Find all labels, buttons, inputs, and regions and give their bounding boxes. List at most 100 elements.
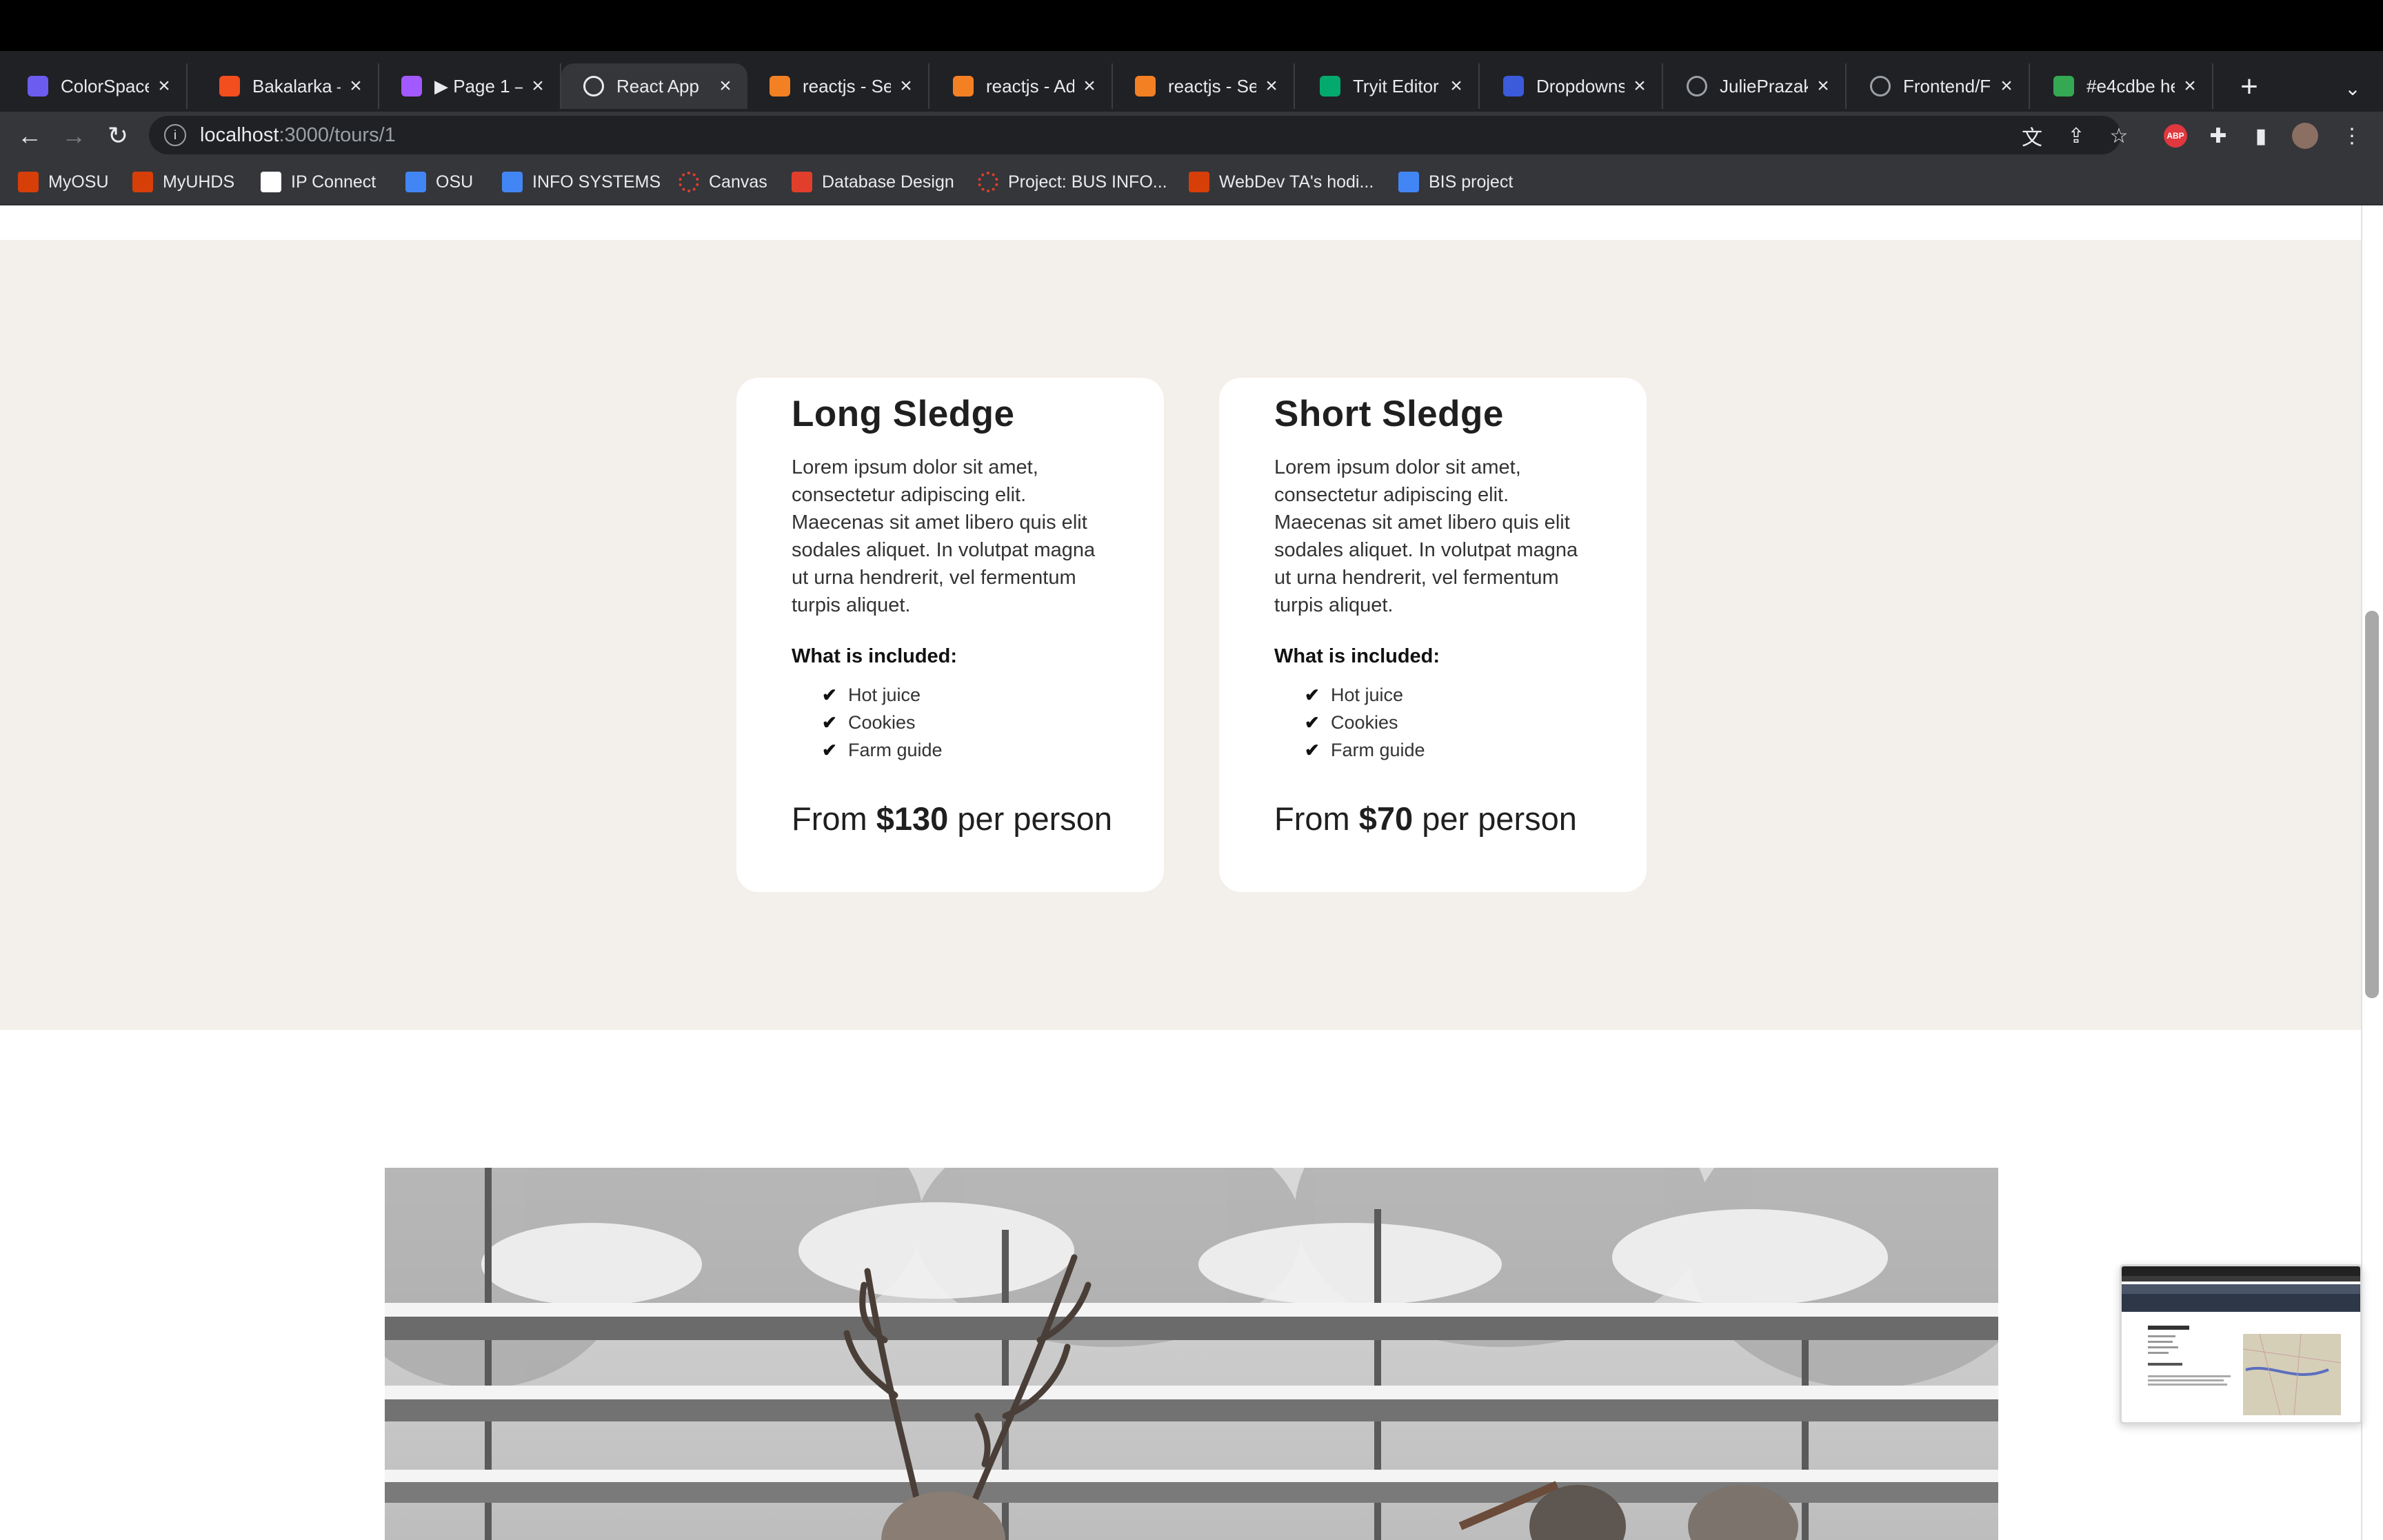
page-scrollbar-thumb[interactable] xyxy=(2365,611,2379,998)
pearson-icon xyxy=(792,172,812,192)
tour-title: Short Sledge xyxy=(1274,394,1504,434)
tab-title: React App xyxy=(616,75,699,97)
browser-tab[interactable]: React App × xyxy=(561,63,747,109)
bookmark-label: Canvas xyxy=(709,172,767,192)
checkmark-icon: ✔ xyxy=(1305,739,1320,760)
bookmark-item[interactable]: MyUHDS xyxy=(132,165,234,199)
browser-tab[interactable]: ColorSpace × xyxy=(6,63,188,109)
close-tab-icon[interactable]: × xyxy=(1256,74,1287,98)
close-tab-icon[interactable]: × xyxy=(1625,74,1655,98)
docs-icon xyxy=(1398,172,1419,192)
close-tab-icon[interactable]: × xyxy=(523,74,553,98)
bookmark-label: BIS project xyxy=(1429,172,1514,192)
forward-arrow-icon[interactable]: → xyxy=(55,117,92,154)
tab-title: reactjs - Ad xyxy=(986,75,1074,97)
price-amount: $70 xyxy=(1358,800,1414,837)
close-tab-icon[interactable]: × xyxy=(1074,74,1105,98)
reload-icon[interactable]: ↻ xyxy=(99,117,137,154)
bookmark-item[interactable]: Canvas xyxy=(678,165,767,199)
list-item: ✔ Farm guide xyxy=(1305,739,1425,760)
bookmark-item[interactable]: WebDev TA's hodi... xyxy=(1189,165,1374,199)
close-tab-icon[interactable]: × xyxy=(2175,74,2205,98)
browser-tab[interactable]: Frontend/Fo × xyxy=(1848,63,2030,109)
tab-title: reactjs - Se xyxy=(1168,75,1256,97)
close-tab-icon[interactable]: × xyxy=(341,74,371,98)
w3schools-icon xyxy=(1320,76,1340,97)
page-icon xyxy=(261,172,281,192)
new-tab-button[interactable]: + xyxy=(2229,66,2270,108)
browser-tab[interactable]: Tryit Editor v× xyxy=(1298,63,1480,109)
bookmark-label: IP Connect xyxy=(291,172,376,192)
back-arrow-icon[interactable]: ← xyxy=(11,117,48,154)
bookmark-label: OSU xyxy=(436,172,474,192)
url-host: localhost xyxy=(200,123,279,146)
bookmark-star-icon[interactable]: ☆ xyxy=(2103,120,2135,152)
bootstrap-icon xyxy=(1503,76,1524,97)
reindeer-farm-photo xyxy=(385,1168,1998,1540)
bookmark-item[interactable]: Project: BUS INFO... xyxy=(978,165,1167,199)
checkmark-icon: ✔ xyxy=(1305,711,1320,733)
browser-tab[interactable]: Dropdowns × xyxy=(1481,63,1663,109)
list-item: ✔ Hot juice xyxy=(1305,684,1404,705)
list-item: ✔ Cookies xyxy=(822,711,916,733)
browser-tab[interactable]: ▶ Page 1 – E× xyxy=(379,63,561,109)
share-icon[interactable]: ⇪ xyxy=(2060,120,2092,152)
adblock-plus-icon[interactable]: ABP xyxy=(2160,120,2191,152)
tour-description: Lorem ipsum dolor sit amet, consectetur … xyxy=(1274,456,1578,616)
tab-search-chevron-icon[interactable]: ⌄ xyxy=(2333,69,2372,108)
browser-tab[interactable]: JuliePrazak × xyxy=(1665,63,1847,109)
browser-tab[interactable]: #e4cdbe he × xyxy=(2031,63,2213,109)
extensions-puzzle-icon[interactable]: ✚ xyxy=(2202,120,2234,152)
close-tab-icon[interactable]: × xyxy=(710,74,741,98)
tour-price: From $70 per person xyxy=(1274,800,1577,837)
browser-tab[interactable]: reactjs - Ad × xyxy=(931,63,1113,109)
colorspace-icon xyxy=(28,76,48,97)
tour-price: From $130 per person xyxy=(792,800,1113,837)
bookmark-item[interactable]: INFO SYSTEMS xyxy=(502,165,661,199)
tab-title: #e4cdbe he xyxy=(2087,75,2175,97)
tab-title: Frontend/Fo xyxy=(1903,75,1991,97)
close-tab-icon[interactable]: × xyxy=(1808,74,1838,98)
tab-title: ▶ Page 1 – E xyxy=(434,75,523,97)
translate-icon[interactable]: 文 xyxy=(2016,120,2048,152)
figma-icon xyxy=(401,76,422,97)
bookmark-item[interactable]: MyOSU xyxy=(18,165,109,199)
stackoverflow-icon xyxy=(770,76,790,97)
profile-avatar[interactable] xyxy=(2289,120,2321,152)
included-list: ✔ Hot juice ✔ Cookies ✔ Farm guide xyxy=(822,681,943,764)
github-icon xyxy=(1687,76,1707,97)
included-heading: What is included: xyxy=(1274,645,1440,667)
bookmark-item[interactable]: IP Connect xyxy=(261,165,376,199)
tours-section xyxy=(0,240,2361,1030)
list-item: ✔ Hot juice xyxy=(822,684,921,705)
browser-menu-icon[interactable]: ⋮ xyxy=(2336,120,2368,152)
tab-title: JuliePrazak xyxy=(1720,75,1808,97)
tab-title: ColorSpace xyxy=(61,75,149,97)
canvas-icon xyxy=(978,172,998,192)
bookmark-item[interactable]: BIS project xyxy=(1398,165,1513,199)
tour-description: Lorem ipsum dolor sit amet, consectetur … xyxy=(792,456,1096,616)
close-tab-icon[interactable]: × xyxy=(891,74,921,98)
address-bar[interactable]: i localhost:3000/tours/1 xyxy=(149,116,2121,154)
browser-tab[interactable]: reactjs - Se × xyxy=(747,63,929,109)
figma-icon xyxy=(219,76,240,97)
close-tab-icon[interactable]: × xyxy=(149,74,179,98)
browser-tab[interactable]: Bakalarka – × xyxy=(197,63,379,109)
included-list: ✔ Hot juice ✔ Cookies ✔ Farm guide xyxy=(1305,681,1425,764)
window-top-bar xyxy=(0,0,2383,51)
close-tab-icon[interactable]: × xyxy=(1441,74,1471,98)
site-info-icon[interactable]: i xyxy=(164,124,186,146)
tab-title: Bakalarka – xyxy=(252,75,341,97)
bookmark-item[interactable]: OSU xyxy=(405,165,473,199)
github-icon xyxy=(1870,76,1891,97)
bookmark-label: Database Design xyxy=(822,172,954,192)
browser-tab[interactable]: reactjs - Se × xyxy=(1113,63,1295,109)
close-tab-icon[interactable]: × xyxy=(1991,74,2022,98)
osu-icon xyxy=(132,172,153,192)
screenshot-preview-thumbnail[interactable] xyxy=(2120,1264,2362,1424)
side-panel-icon[interactable]: ▮ xyxy=(2245,120,2277,152)
bookmark-item[interactable]: Database Design xyxy=(792,165,954,199)
checkmark-icon: ✔ xyxy=(1305,684,1320,705)
checkmark-icon: ✔ xyxy=(822,739,837,760)
tab-title: Dropdowns xyxy=(1536,75,1625,97)
